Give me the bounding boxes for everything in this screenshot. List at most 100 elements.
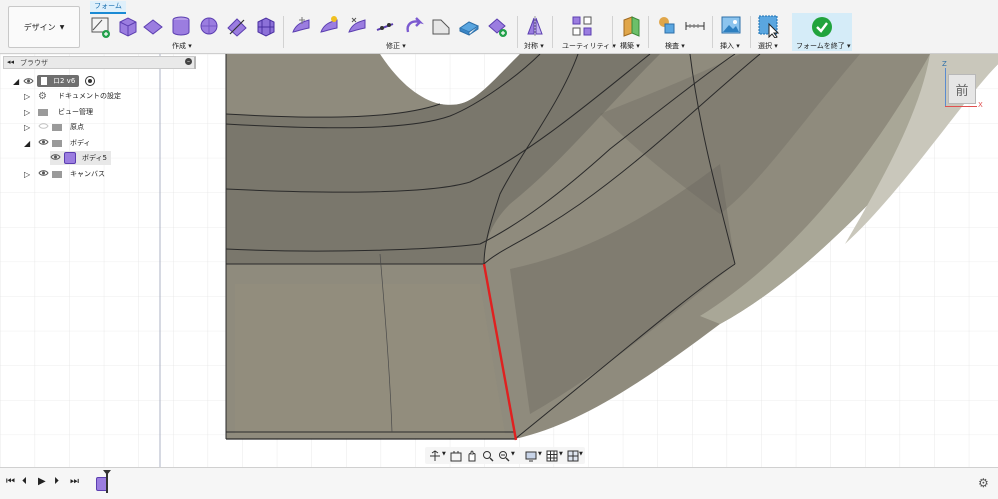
component-root-badge[interactable]: ロ2 v6 [37, 75, 80, 87]
look-at-icon[interactable] [450, 450, 462, 462]
folder-icon [52, 170, 62, 178]
folder-icon [52, 139, 62, 147]
divider [552, 16, 553, 48]
timeline-bar: ⏮ ⏴ ▶ ⏵ ⏭ ⚙ [0, 467, 998, 499]
viewcube-face-front[interactable]: 前 [948, 74, 976, 104]
tab-form[interactable]: フォーム [90, 1, 126, 14]
group-create-label[interactable]: 作成 ▾ [172, 41, 192, 51]
torus-icon[interactable] [226, 14, 248, 38]
go-to-end-icon[interactable]: ⏭ [70, 476, 79, 487]
workspace-label: デザイン [23, 22, 56, 32]
browser-item-body5[interactable]: ボディ5 [50, 151, 111, 165]
axis-x-line [945, 106, 977, 107]
browser-header: ◂◂ ブラウザ – [3, 56, 196, 69]
expand-arrow-icon[interactable]: ▷ [24, 92, 38, 101]
eye-icon[interactable] [38, 138, 52, 148]
sphere-icon[interactable] [198, 14, 220, 38]
expand-arrow-icon[interactable]: ▷ [24, 170, 38, 179]
checkmark-icon [812, 17, 832, 37]
expand-arrow-icon[interactable]: ▷ [24, 123, 38, 132]
eye-hidden-icon[interactable] [38, 122, 52, 132]
bridge-icon[interactable] [430, 14, 452, 38]
edit-form-icon[interactable] [290, 14, 312, 38]
divider [750, 16, 751, 48]
viewports-icon[interactable] [567, 450, 579, 462]
step-back-icon[interactable]: ⏴ [22, 476, 27, 487]
zoom-dropdown-icon[interactable]: ▼ [511, 451, 515, 457]
browser-resize-handle[interactable] [194, 57, 196, 69]
group-select-label[interactable]: 選択 ▾ [758, 41, 778, 51]
axis-z-label: Z [942, 60, 947, 68]
folder-icon [52, 123, 62, 131]
zoom-window-icon[interactable] [498, 450, 510, 462]
group-insert-label[interactable]: 挿入 ▾ [720, 41, 740, 51]
grid-dropdown-icon[interactable]: ▼ [559, 451, 563, 457]
zoom-icon[interactable] [482, 450, 494, 462]
browser-item-document-settings[interactable]: ▷ ⚙ ドキュメントの設定 [24, 89, 121, 103]
eye-icon[interactable] [38, 169, 52, 179]
quadball-icon[interactable] [254, 14, 276, 38]
browser-item-bodies[interactable]: ◢ ボディ [24, 136, 91, 150]
inspect-icon[interactable] [656, 14, 678, 38]
browser-title: ブラウザ [20, 59, 48, 67]
insert-point-icon[interactable] [374, 14, 396, 38]
collapse-icon[interactable]: ◂◂ [7, 58, 14, 66]
canvas-viewport[interactable] [0, 54, 998, 467]
folder-icon [38, 108, 48, 116]
browser-root[interactable]: ◢ ロ2 v6 [13, 74, 96, 88]
orbit-icon[interactable] [429, 450, 441, 462]
display-dropdown-icon[interactable]: ▼ [538, 451, 542, 457]
divider [648, 16, 649, 48]
divider [283, 16, 284, 48]
eye-icon[interactable] [50, 153, 64, 163]
display-icon[interactable] [525, 450, 537, 462]
collapse-arrow-icon[interactable]: ◢ [24, 139, 38, 148]
select-icon[interactable] [757, 14, 781, 38]
minimize-icon[interactable]: – [185, 58, 192, 65]
plane-icon[interactable] [142, 14, 164, 38]
sketch-icon[interactable] [90, 14, 112, 38]
orbit-dropdown-icon[interactable]: ▼ [442, 451, 446, 457]
viewports-dropdown-icon[interactable]: ▼ [579, 451, 583, 457]
browser-item-view-management[interactable]: ▷ ビュー管理 [24, 105, 93, 119]
insert-image-icon[interactable] [720, 14, 742, 38]
timeline-marker-head[interactable] [103, 470, 111, 475]
document-icon [41, 77, 47, 85]
cylinder-icon[interactable] [170, 14, 192, 38]
finish-form-label: フォームを終了 ▾ [796, 42, 851, 50]
axis-x-label: X [978, 101, 983, 109]
group-inspect-label[interactable]: 検査 ▾ [665, 41, 685, 51]
expand-arrow-icon[interactable]: ◢ [13, 77, 23, 86]
grid-icon[interactable] [546, 450, 558, 462]
merge-edge-icon[interactable] [402, 14, 424, 38]
browser-item-canvases[interactable]: ▷ キャンバス [24, 167, 105, 181]
group-construct-label[interactable]: 構築 ▾ [620, 41, 640, 51]
insert-edge-icon[interactable] [318, 14, 340, 38]
browser-item-origin[interactable]: ▷ 原点 [24, 120, 84, 134]
workspace-switcher[interactable]: デザイン ▼ [8, 6, 80, 48]
group-utilities-label[interactable]: ユーティリティ ▾ [562, 41, 616, 51]
chevron-down-icon: ▼ [59, 23, 65, 31]
utilities-icon[interactable] [570, 14, 594, 38]
go-to-start-icon[interactable]: ⏮ [6, 476, 15, 487]
group-symmetry-label[interactable]: 対称 ▾ [524, 41, 544, 51]
box-icon[interactable] [116, 14, 138, 38]
settings-icon[interactable]: ⚙ [978, 476, 989, 490]
weld-vertices-icon[interactable] [486, 14, 508, 38]
divider [712, 16, 713, 48]
step-forward-icon[interactable]: ⏵ [54, 476, 59, 487]
construct-plane-icon[interactable] [620, 14, 642, 38]
mirror-icon[interactable] [524, 14, 546, 38]
measure-icon[interactable] [684, 14, 706, 38]
eye-icon[interactable] [23, 77, 35, 85]
play-icon[interactable]: ▶ [38, 476, 46, 487]
finish-form-button[interactable]: フォームを終了 ▾ [792, 13, 852, 51]
group-modify-label[interactable]: 修正 ▾ [386, 41, 406, 51]
viewcube[interactable]: Z X 前 [940, 60, 983, 110]
fill-hole-icon[interactable] [458, 14, 480, 38]
activate-radio-icon[interactable] [85, 76, 96, 86]
body-icon [64, 152, 76, 164]
subdivide-icon[interactable] [346, 14, 368, 38]
pan-icon[interactable] [466, 450, 478, 462]
expand-arrow-icon[interactable]: ▷ [24, 108, 38, 117]
